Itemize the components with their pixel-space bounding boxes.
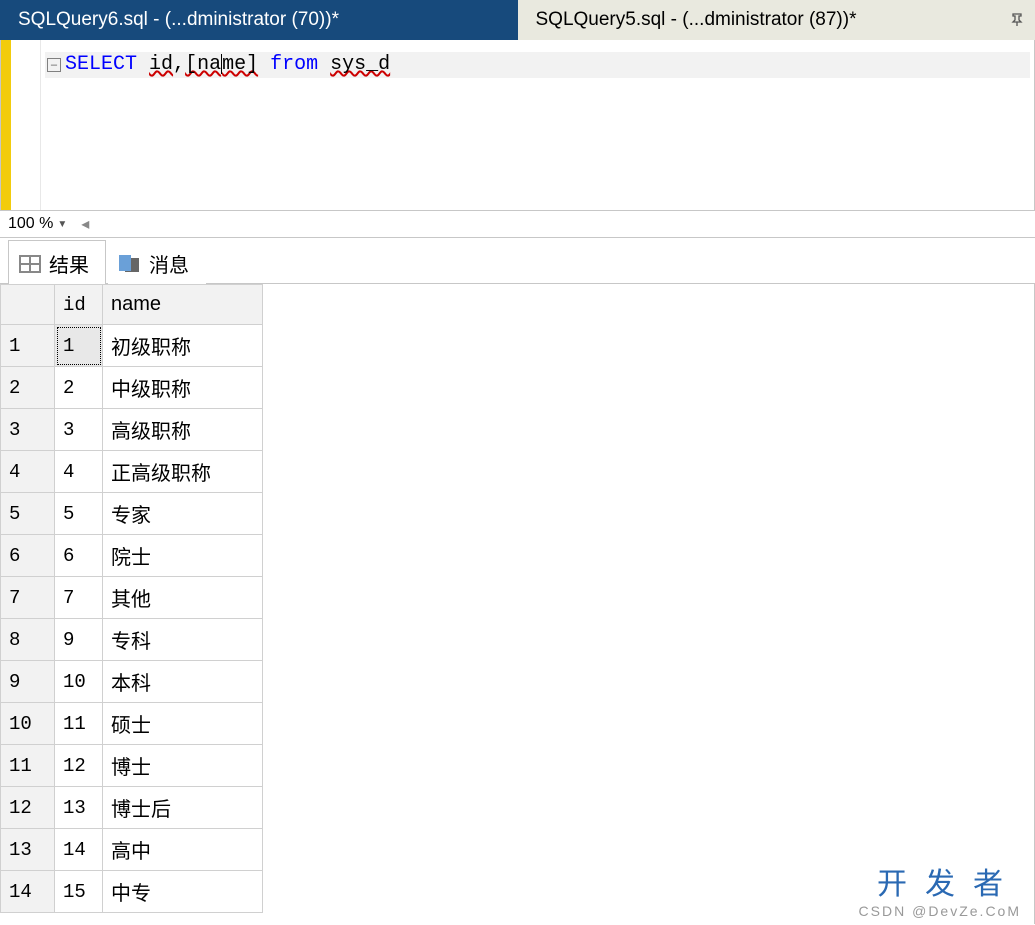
editor-zoom-bar: 100 % ▼ ◂ [0, 210, 1035, 238]
cell-rownum[interactable]: 8 [1, 619, 55, 661]
table-row[interactable]: 1112博士 [1, 745, 263, 787]
pin-icon[interactable] [1007, 10, 1027, 30]
cell-id[interactable]: 15 [55, 871, 103, 913]
document-tab-bar: SQLQuery6.sql - (...dministrator (70))* … [0, 0, 1035, 40]
sql-editor[interactable]: − SELECT id , [name] from sys_d [41, 40, 1034, 210]
messages-icon [119, 255, 141, 273]
tab-results[interactable]: 结果 [8, 240, 106, 284]
cell-rownum[interactable]: 9 [1, 661, 55, 703]
zoom-value: 100 % [8, 215, 53, 233]
cell-name[interactable]: 初级职称 [103, 325, 263, 367]
code-line: − SELECT id , [name] from sys_d [45, 52, 1030, 78]
cell-name[interactable]: 博士 [103, 745, 263, 787]
cell-name[interactable]: 本科 [103, 661, 263, 703]
cell-name[interactable]: 高级职称 [103, 409, 263, 451]
table-row[interactable]: 11初级职称 [1, 325, 263, 367]
cell-id[interactable]: 3 [55, 409, 103, 451]
tab-label: SQLQuery5.sql - (...dministrator (87))* [536, 9, 857, 31]
identifier-table: sys_d [330, 52, 390, 78]
keyword-from: from [270, 52, 318, 78]
comma: , [173, 52, 185, 78]
cell-name[interactable]: 高中 [103, 829, 263, 871]
fold-toggle-icon[interactable]: − [47, 58, 61, 72]
cell-name[interactable]: 专家 [103, 493, 263, 535]
cell-id[interactable]: 7 [55, 577, 103, 619]
sql-editor-area: − SELECT id , [name] from sys_d [0, 40, 1035, 210]
cell-rownum[interactable]: 4 [1, 451, 55, 493]
cell-id[interactable]: 1 [55, 325, 103, 367]
cell-rownum[interactable]: 11 [1, 745, 55, 787]
chevron-down-icon: ▼ [57, 219, 67, 230]
table-header-row: id name [1, 285, 263, 325]
identifier-id: id [149, 52, 173, 78]
cell-id[interactable]: 14 [55, 829, 103, 871]
cell-name[interactable]: 硕士 [103, 703, 263, 745]
cell-id[interactable]: 4 [55, 451, 103, 493]
grid-icon [19, 255, 41, 273]
table-row[interactable]: 1213博士后 [1, 787, 263, 829]
cell-id[interactable]: 12 [55, 745, 103, 787]
scroll-left-icon[interactable]: ◂ [81, 214, 93, 234]
cell-id[interactable]: 2 [55, 367, 103, 409]
gutter-background [11, 40, 40, 210]
cell-name[interactable]: 专科 [103, 619, 263, 661]
zoom-dropdown[interactable]: 100 % ▼ [4, 215, 71, 233]
cell-id[interactable]: 9 [55, 619, 103, 661]
cell-rownum[interactable]: 1 [1, 325, 55, 367]
cell-rownum[interactable]: 14 [1, 871, 55, 913]
cell-name[interactable]: 其他 [103, 577, 263, 619]
cell-name[interactable]: 中级职称 [103, 367, 263, 409]
table-row[interactable]: 44正高级职称 [1, 451, 263, 493]
cell-rownum[interactable]: 3 [1, 409, 55, 451]
table-row[interactable]: 1415中专 [1, 871, 263, 913]
table-row[interactable]: 1011硕士 [1, 703, 263, 745]
results-tab-label: 结果 [49, 249, 89, 278]
header-rownum[interactable] [1, 285, 55, 325]
cell-rownum[interactable]: 6 [1, 535, 55, 577]
cell-rownum[interactable]: 10 [1, 703, 55, 745]
results-table: id name 11初级职称22中级职称33高级职称44正高级职称55专家66院… [0, 284, 263, 913]
header-id[interactable]: id [55, 285, 103, 325]
cell-rownum[interactable]: 12 [1, 787, 55, 829]
table-row[interactable]: 33高级职称 [1, 409, 263, 451]
keyword-select: SELECT [65, 52, 137, 78]
cell-id[interactable]: 13 [55, 787, 103, 829]
cell-id[interactable]: 10 [55, 661, 103, 703]
table-row[interactable]: 910本科 [1, 661, 263, 703]
cell-id[interactable]: 11 [55, 703, 103, 745]
header-name[interactable]: name [103, 285, 263, 325]
cell-rownum[interactable]: 13 [1, 829, 55, 871]
table-row[interactable]: 55专家 [1, 493, 263, 535]
document-tab-active[interactable]: SQLQuery6.sql - (...dministrator (70))* [0, 0, 518, 40]
messages-tab-label: 消息 [149, 249, 189, 278]
change-marker [1, 40, 11, 210]
table-row[interactable]: 77其他 [1, 577, 263, 619]
editor-gutter [1, 40, 41, 210]
cell-id[interactable]: 5 [55, 493, 103, 535]
table-row[interactable]: 89专科 [1, 619, 263, 661]
results-tab-bar: 结果 消息 [0, 238, 1035, 284]
table-row[interactable]: 1314高中 [1, 829, 263, 871]
table-row[interactable]: 66院士 [1, 535, 263, 577]
cell-name[interactable]: 正高级职称 [103, 451, 263, 493]
cell-rownum[interactable]: 7 [1, 577, 55, 619]
cell-rownum[interactable]: 2 [1, 367, 55, 409]
document-tab-inactive[interactable]: SQLQuery5.sql - (...dministrator (87))* [518, 0, 1035, 40]
table-row[interactable]: 22中级职称 [1, 367, 263, 409]
cell-name[interactable]: 博士后 [103, 787, 263, 829]
cell-name[interactable]: 中专 [103, 871, 263, 913]
cell-id[interactable]: 6 [55, 535, 103, 577]
cell-rownum[interactable]: 5 [1, 493, 55, 535]
results-grid[interactable]: id name 11初级职称22中级职称33高级职称44正高级职称55专家66院… [0, 284, 1035, 924]
identifier-name: [name] [185, 52, 258, 78]
tab-label: SQLQuery6.sql - (...dministrator (70))* [18, 9, 339, 31]
text-cursor [221, 54, 222, 74]
tab-messages[interactable]: 消息 [108, 240, 206, 284]
cell-name[interactable]: 院士 [103, 535, 263, 577]
